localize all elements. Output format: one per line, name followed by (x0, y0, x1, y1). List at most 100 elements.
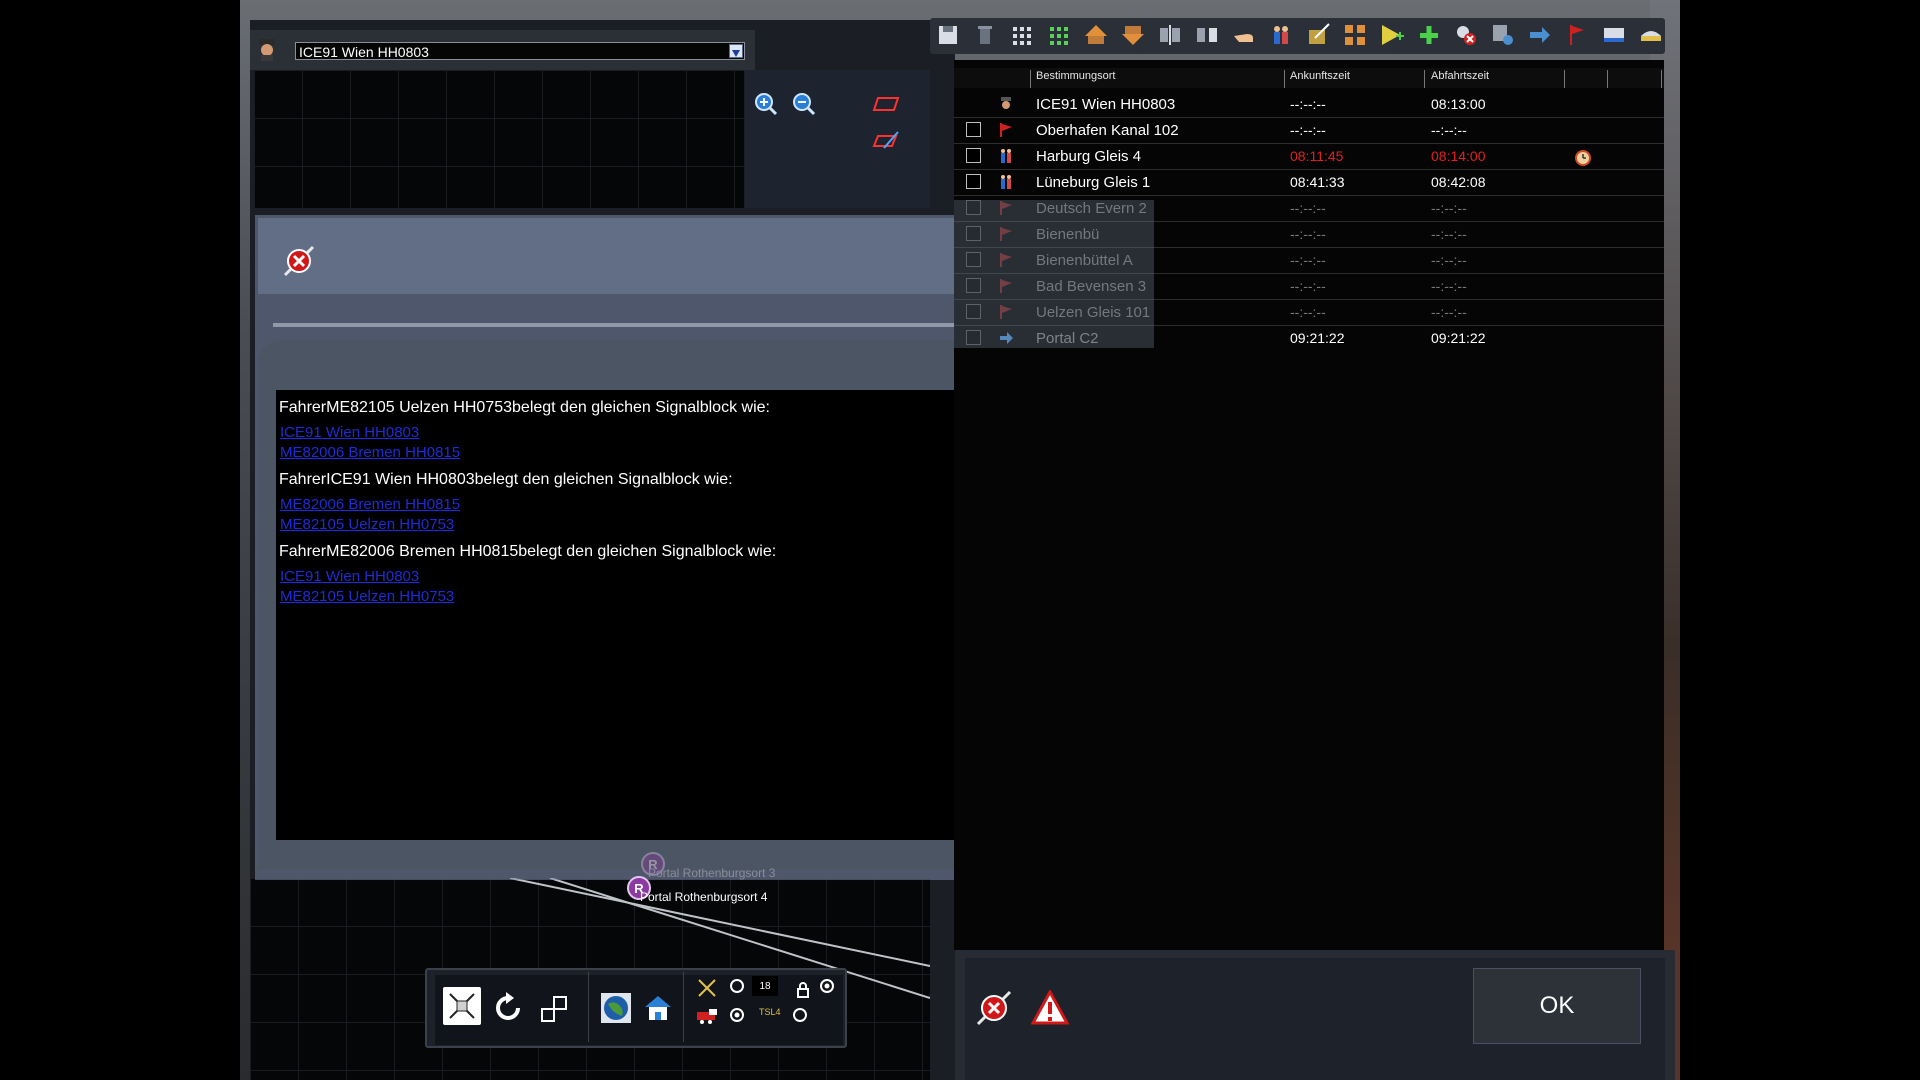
stop-name: Harburg Gleis 4 (1036, 148, 1142, 165)
arrival-time: --:--:-- (1290, 304, 1326, 320)
cancel-icon[interactable] (974, 988, 1014, 1028)
toolbar-divider (683, 972, 684, 1042)
lock-icon[interactable] (793, 980, 813, 1000)
expand-icon[interactable] (537, 990, 573, 1026)
zoom-out-icon[interactable] (790, 90, 818, 118)
globe-icon[interactable] (598, 990, 634, 1026)
column-separator (1030, 70, 1031, 88)
stop-checkbox[interactable] (966, 148, 981, 163)
radio-option-icon[interactable] (727, 976, 747, 996)
arrival-time: --:--:-- (1290, 252, 1326, 268)
stop-checkbox[interactable] (966, 174, 981, 189)
train-icon[interactable] (695, 1004, 719, 1028)
zoom-in-icon[interactable] (752, 90, 780, 118)
ok-button[interactable]: OK (1473, 968, 1641, 1044)
driver-icon (998, 96, 1014, 112)
message-link[interactable]: ICE91 Wien HH0803 (280, 424, 419, 441)
move-down-icon[interactable] (1120, 22, 1146, 48)
grid-green-icon[interactable] (1046, 22, 1072, 48)
departure-time: 08:14:00 (1431, 148, 1486, 164)
message-link[interactable]: ICE91 Wien HH0803 (280, 568, 419, 585)
column-destination[interactable]: Bestimmungsort (1036, 70, 1115, 82)
radio-option-selected-icon[interactable] (727, 1005, 747, 1025)
column-departure[interactable]: Abfahrtszeit (1431, 70, 1489, 82)
timetable-row[interactable]: ICE91 Wien HH0803 --:--:-- 08:13:00 (954, 92, 1664, 118)
eraser-icon[interactable] (872, 90, 900, 118)
message-link[interactable]: ME82105 Uelzen HH0753 (280, 588, 454, 605)
column-separator (1661, 70, 1662, 88)
arrival-time: --:--:-- (1290, 96, 1326, 112)
counter-display: 18 (752, 976, 778, 996)
fit-view-icon[interactable] (443, 987, 481, 1025)
task-edit-icon[interactable] (1305, 22, 1331, 48)
column-separator (1564, 70, 1565, 88)
timetable-row[interactable]: Lüneburg Gleis 1 08:41:33 08:42:08 (954, 170, 1664, 196)
toolbar-divider (588, 972, 589, 1042)
toolbar (930, 18, 1665, 54)
departure-time: --:--:-- (1431, 252, 1467, 268)
departure-time: 08:13:00 (1431, 96, 1486, 112)
timetable-row[interactable]: Oberhafen Kanal 102 --:--:-- --:--:-- (954, 118, 1664, 144)
flag-icon[interactable] (1564, 22, 1590, 48)
driver-avatar-icon (254, 36, 280, 62)
rotate-icon[interactable] (490, 990, 526, 1026)
timetable-row[interactable]: Harburg Gleis 4 08:11:45 08:14:00 (954, 144, 1664, 170)
message-link[interactable]: ME82105 Uelzen HH0753 (280, 516, 454, 533)
right-margin (1680, 0, 1920, 1080)
settings-icon[interactable] (1490, 22, 1516, 48)
map-canvas[interactable] (254, 70, 744, 208)
edit-track-icon[interactable] (872, 126, 900, 154)
save-icon[interactable] (935, 22, 961, 48)
passengers-icon (998, 148, 1014, 164)
tsl-label: TSL4 (759, 1007, 781, 1017)
warning-icon[interactable] (1030, 988, 1070, 1028)
departure-time: --:--:-- (1431, 304, 1467, 320)
message-link[interactable]: ME82006 Bremen HH0815 (280, 444, 460, 461)
signal-icon[interactable] (695, 976, 719, 1000)
add-go-icon[interactable] (1379, 22, 1405, 48)
train-select[interactable]: ICE91 Wien HH0803 (295, 42, 745, 60)
arrival-time: 08:11:45 (1290, 148, 1344, 164)
home-icon[interactable] (640, 990, 676, 1026)
radio-option-icon[interactable] (790, 1005, 810, 1025)
departure-time: --:--:-- (1431, 122, 1467, 138)
train-select-value: ICE91 Wien HH0803 (299, 44, 429, 60)
arrival-time: 09:21:22 (1290, 330, 1345, 346)
departure-time: 09:21:22 (1431, 330, 1486, 346)
panel-icon[interactable] (1601, 22, 1627, 48)
delete-icon[interactable] (972, 22, 998, 48)
stop-checkbox[interactable] (966, 122, 981, 137)
departure-time: --:--:-- (1431, 226, 1467, 242)
move-up-icon[interactable] (1083, 22, 1109, 48)
column-separator (1284, 70, 1285, 88)
left-margin (0, 0, 240, 1080)
close-icon[interactable] (281, 243, 317, 279)
chevron-down-icon[interactable] (729, 44, 743, 58)
coupling-icon[interactable] (1342, 22, 1368, 48)
stop-name: Oberhafen Kanal 102 (1036, 122, 1179, 139)
merge-icon[interactable] (1194, 22, 1220, 48)
arrival-time: --:--:-- (1290, 200, 1326, 216)
passengers-icon (998, 174, 1014, 190)
arrival-time: 08:41:33 (1290, 174, 1345, 190)
arrival-time: --:--:-- (1290, 278, 1326, 294)
stop-name: ICE91 Wien HH0803 (1036, 96, 1176, 113)
message-text: FahrerICE91 Wien HH0803belegt den gleich… (279, 471, 733, 488)
message-link[interactable]: ME82006 Bremen HH0815 (280, 496, 460, 513)
grid-icon[interactable] (1009, 22, 1035, 48)
hand-icon[interactable] (1231, 22, 1257, 48)
alarm-clock-icon (1574, 148, 1592, 171)
column-separator (1424, 70, 1425, 88)
arrow-right-icon[interactable] (1527, 22, 1553, 48)
arrival-time: --:--:-- (1290, 226, 1326, 242)
timetable-dim-overlay (954, 200, 1154, 348)
message-header (258, 218, 968, 294)
train-car-icon[interactable] (1638, 22, 1664, 48)
split-icon[interactable] (1157, 22, 1183, 48)
radio-option-selected-icon[interactable] (817, 976, 837, 996)
add-icon[interactable] (1416, 22, 1442, 48)
arrival-time: --:--:-- (1290, 122, 1326, 138)
column-arrival[interactable]: Ankunftszeit (1290, 70, 1350, 82)
remove-signal-icon[interactable] (1453, 22, 1479, 48)
people-icon[interactable] (1268, 22, 1294, 48)
